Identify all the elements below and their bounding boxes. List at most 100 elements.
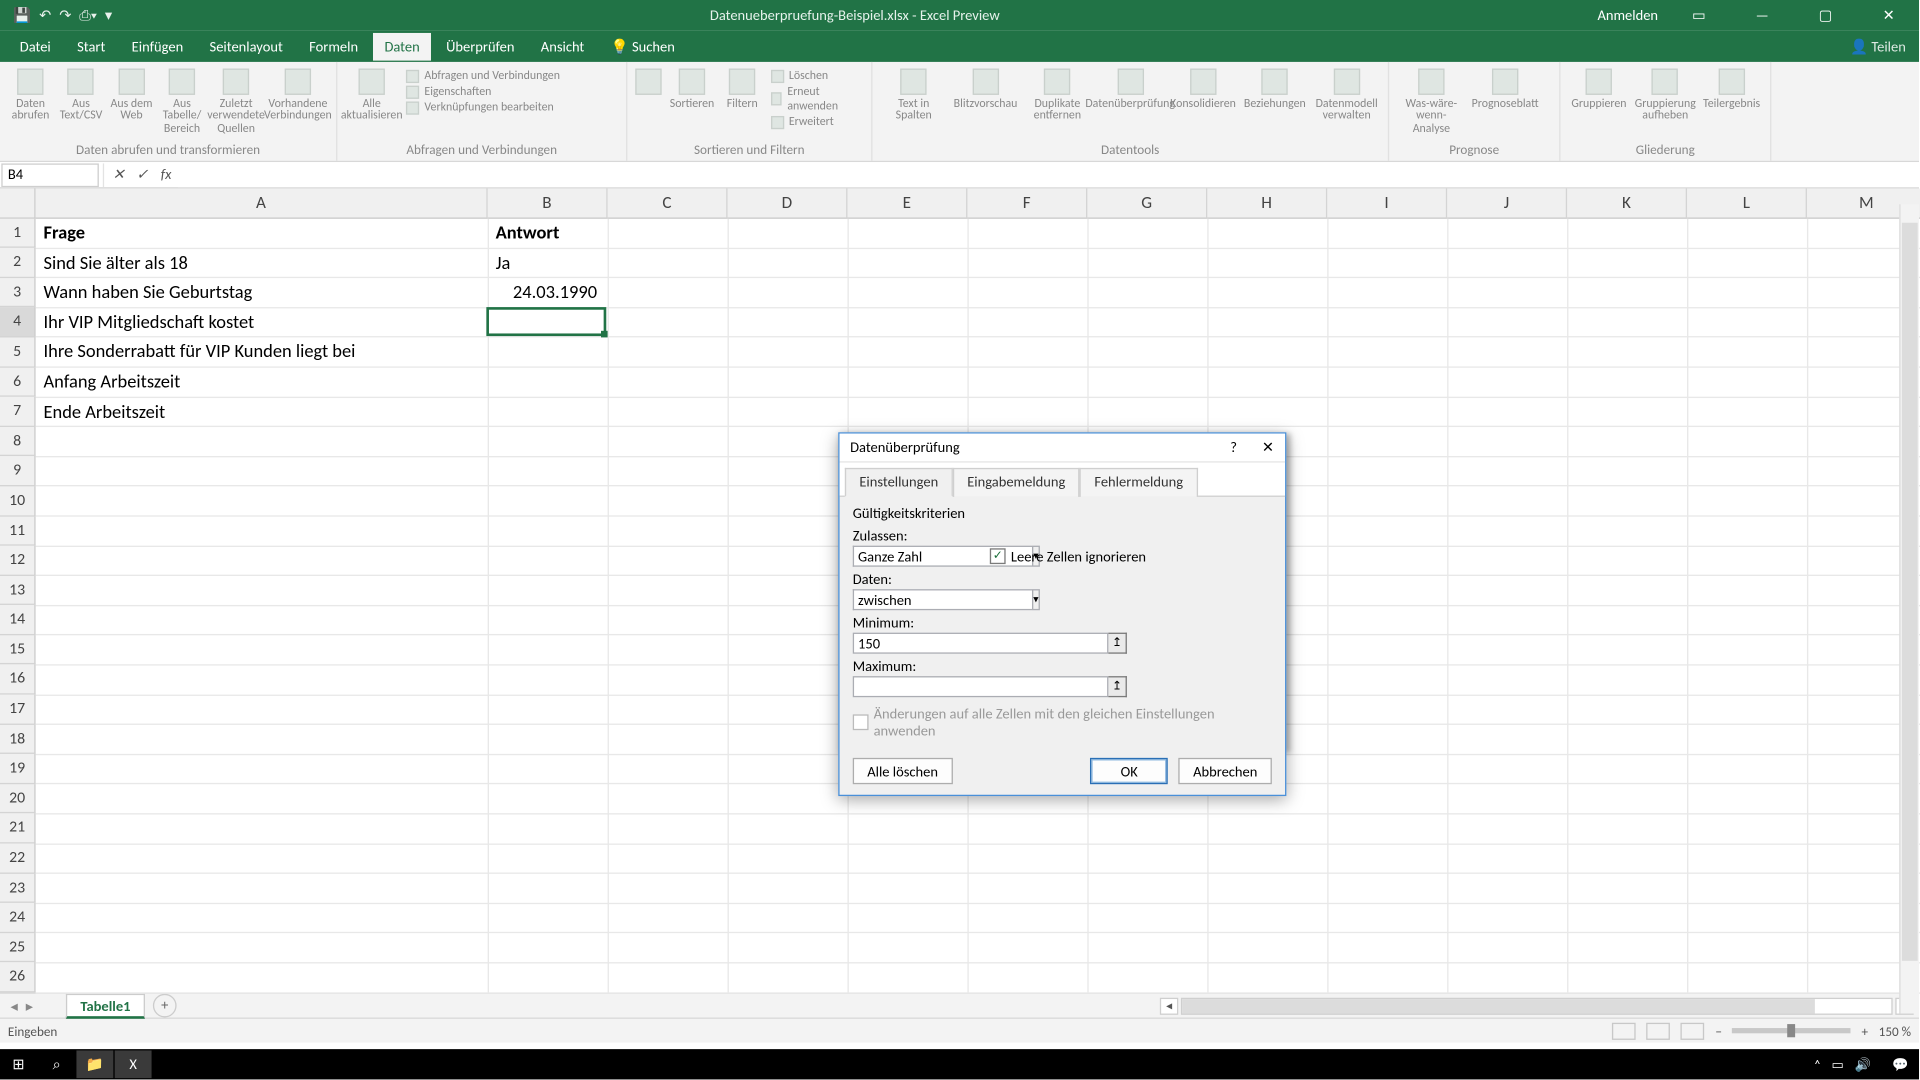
- column-header[interactable]: E: [847, 188, 967, 218]
- view-pagelayout-icon[interactable]: [1647, 1022, 1671, 1039]
- row-header[interactable]: 13: [0, 576, 36, 606]
- zoom-slider[interactable]: [1732, 1028, 1851, 1033]
- explorer-icon[interactable]: 📁: [76, 1050, 113, 1078]
- quickprint-icon[interactable]: ⎙▾: [79, 6, 97, 24]
- minimize-icon[interactable]: —: [1740, 7, 1785, 24]
- name-box[interactable]: [1, 163, 99, 187]
- undo-icon[interactable]: ↶: [39, 7, 51, 24]
- row-header[interactable]: 11: [0, 516, 36, 546]
- zoom-in-icon[interactable]: +: [1862, 1022, 1869, 1039]
- row-header[interactable]: 20: [0, 784, 36, 814]
- cell[interactable]: Ende Arbeitszeit: [38, 398, 482, 426]
- maximize-icon[interactable]: ▢: [1803, 7, 1848, 24]
- ribbon-button[interactable]: Blitzvorschau: [950, 66, 1022, 110]
- accept-formula-icon[interactable]: ✓: [130, 166, 154, 183]
- ribbon-button[interactable]: Zuletzt verwendeteQuellen: [207, 66, 265, 135]
- minimum-input[interactable]: ↥: [853, 633, 1127, 654]
- save-icon[interactable]: 💾: [13, 7, 31, 24]
- row-header[interactable]: 19: [0, 754, 36, 784]
- dialog-tab-error[interactable]: Fehlermeldung: [1080, 468, 1198, 497]
- sheet-tab[interactable]: Tabelle1: [66, 993, 145, 1018]
- row-header[interactable]: 1: [0, 218, 36, 248]
- tab-start[interactable]: Start: [65, 32, 117, 60]
- view-pagebreak-icon[interactable]: [1681, 1022, 1705, 1039]
- ribbon-button[interactable]: Datenabrufen: [5, 66, 55, 123]
- ribbon-button[interactable]: Text inSpalten: [878, 66, 950, 123]
- refresh-all-button[interactable]: Alle aktualisieren: [343, 66, 401, 123]
- column-header[interactable]: F: [967, 188, 1087, 218]
- column-header[interactable]: G: [1087, 188, 1207, 218]
- column-header[interactable]: H: [1207, 188, 1327, 218]
- ribbon-button[interactable]: Gruppierungaufheben: [1632, 66, 1698, 123]
- row-header[interactable]: 23: [0, 873, 36, 903]
- row-header[interactable]: 14: [0, 605, 36, 635]
- ribbon-button[interactable]: Eigenschaften: [406, 84, 560, 98]
- cell[interactable]: Wann haben Sie Geburtstag: [38, 278, 482, 306]
- ribbon-button[interactable]: Prognoseblatt: [1468, 66, 1542, 110]
- tell-me[interactable]: 💡 Suchen: [599, 32, 687, 60]
- ribbon-opts-icon[interactable]: ▭: [1676, 7, 1721, 24]
- row-header[interactable]: 2: [0, 248, 36, 278]
- ribbon-button[interactable]: Aus Tabelle/Bereich: [157, 66, 207, 135]
- tab-einfuegen[interactable]: Einfügen: [120, 32, 195, 60]
- column-header[interactable]: K: [1567, 188, 1687, 218]
- row-header[interactable]: 12: [0, 546, 36, 576]
- excel-taskbar-icon[interactable]: X: [115, 1050, 152, 1078]
- tab-formeln[interactable]: Formeln: [297, 32, 370, 60]
- row-header[interactable]: 16: [0, 665, 36, 695]
- tab-ansicht[interactable]: Ansicht: [529, 32, 596, 60]
- row-header[interactable]: 25: [0, 933, 36, 963]
- ribbon-button[interactable]: VorhandeneVerbindungen: [265, 66, 331, 123]
- sheet-nav-next-icon[interactable]: ▸: [26, 997, 33, 1014]
- tray-sound-icon[interactable]: 🔊: [1855, 1056, 1871, 1073]
- row-header[interactable]: 26: [0, 963, 36, 993]
- sort-az-button[interactable]: [633, 66, 665, 95]
- tray-up-icon[interactable]: ˄: [1814, 1056, 1821, 1073]
- row-header[interactable]: 24: [0, 903, 36, 933]
- row-header[interactable]: 5: [0, 337, 36, 367]
- cell[interactable]: 24.03.1990: [490, 278, 602, 306]
- vertical-scrollbar[interactable]: [1899, 204, 1919, 1013]
- filter-button[interactable]: Filtern: [719, 66, 765, 110]
- column-header[interactable]: J: [1447, 188, 1567, 218]
- cell[interactable]: Ja: [490, 249, 602, 277]
- chevron-down-icon[interactable]: ▾: [1032, 589, 1040, 610]
- ribbon-button[interactable]: Erneut anwenden: [770, 84, 860, 113]
- dialog-tab-settings[interactable]: Einstellungen: [845, 468, 953, 497]
- cell[interactable]: Sind Sie älter als 18: [38, 249, 482, 277]
- row-header[interactable]: 21: [0, 814, 36, 844]
- view-normal-icon[interactable]: [1612, 1022, 1636, 1039]
- row-header[interactable]: 17: [0, 695, 36, 725]
- ribbon-button[interactable]: Abfragen und Verbindungen: [406, 69, 560, 83]
- cancel-button[interactable]: Abbrechen: [1179, 758, 1272, 784]
- active-cell[interactable]: [486, 307, 606, 337]
- cell[interactable]: Antwort: [490, 219, 602, 247]
- zoom-level[interactable]: 150 %: [1879, 1022, 1911, 1039]
- zoom-out-icon[interactable]: −: [1715, 1022, 1722, 1039]
- signin-link[interactable]: Anmelden: [1597, 7, 1658, 24]
- dialog-close-icon[interactable]: ✕: [1251, 439, 1285, 456]
- hscroll-left-icon[interactable]: ◂: [1160, 997, 1178, 1014]
- ribbon-button[interactable]: Datenmodellverwalten: [1311, 66, 1383, 123]
- tab-ueberpruefen[interactable]: Überprüfen: [434, 32, 526, 60]
- row-header[interactable]: 6: [0, 367, 36, 397]
- sort-button[interactable]: Sortieren: [665, 66, 720, 110]
- ribbon-button[interactable]: Verknüpfungen bearbeiten: [406, 100, 560, 114]
- cell[interactable]: Ihre Sonderrabatt für VIP Kunden liegt b…: [38, 338, 482, 366]
- fx-icon[interactable]: fx: [154, 166, 178, 183]
- select-all-corner[interactable]: [0, 188, 36, 218]
- column-header[interactable]: B: [488, 188, 608, 218]
- cell[interactable]: Ihr VIP Mitgliedschaft kostet: [38, 308, 482, 336]
- ribbon-button[interactable]: Beziehungen: [1239, 66, 1311, 110]
- ribbon-button[interactable]: Löschen: [770, 69, 860, 83]
- row-header[interactable]: 3: [0, 278, 36, 308]
- share-button[interactable]: 👤 Teilen: [1850, 38, 1919, 55]
- ribbon-button[interactable]: Was-wäre-wenn-Analyse: [1394, 66, 1468, 135]
- allow-combo[interactable]: ▾: [853, 546, 980, 567]
- ribbon-button[interactable]: Gruppieren: [1566, 66, 1632, 110]
- row-header[interactable]: 15: [0, 635, 36, 665]
- row-header[interactable]: 10: [0, 486, 36, 516]
- redo-icon[interactable]: ↷: [59, 7, 71, 24]
- range-select-icon[interactable]: ↥: [1108, 676, 1126, 697]
- ribbon-button[interactable]: Aus demWeb: [106, 66, 156, 123]
